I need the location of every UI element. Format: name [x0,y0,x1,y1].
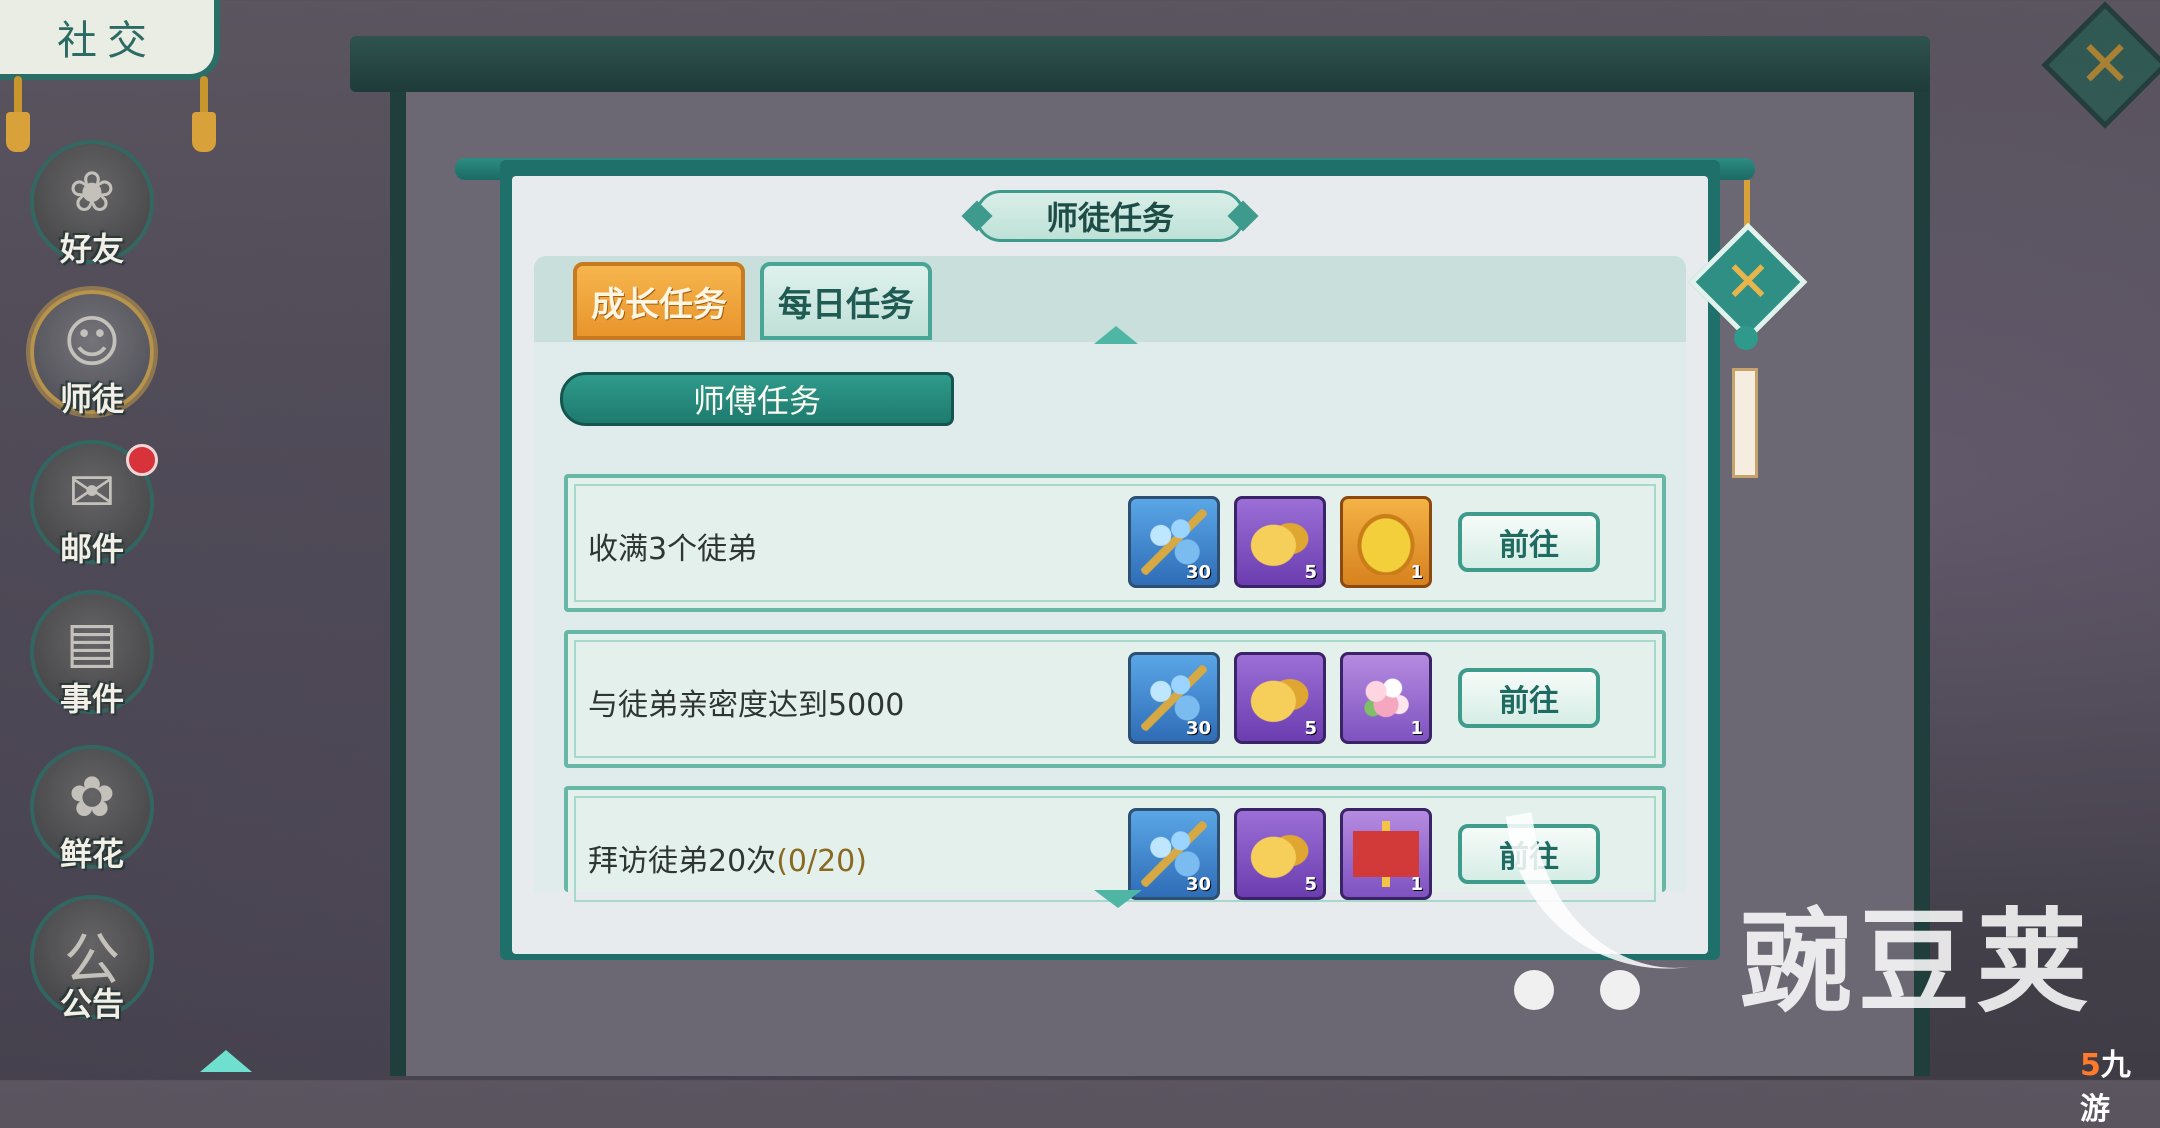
sidebar-item-events[interactable]: ▤ 事件 [30,590,154,718]
sidebar-item-label: 公告 [59,985,124,1023]
sidebar-item-flowers[interactable]: ✿ 鲜花 [30,745,154,873]
blue-beads-icon[interactable]: 30 [1128,808,1220,900]
scroll-up-arrow-icon[interactable] [1094,326,1138,344]
gold-ingot-chest-icon[interactable]: 5 [1234,496,1326,588]
reward-count: 30 [1185,874,1211,895]
tab-growth-tasks[interactable]: 成长任务 [573,262,745,340]
expand-up-arrow-icon[interactable] [200,1050,252,1072]
gold-ingot-chest-icon[interactable]: 5 [1234,652,1326,744]
watermark-text: 豌豆荚 [1740,898,2094,1028]
scroll-down-arrow-icon[interactable] [1094,890,1142,908]
task-row: 收满3个徒弟 30 5 1 前往 [564,474,1666,612]
reward-count: 5 [1304,718,1317,739]
golden-pouch-icon[interactable]: 1 [1340,496,1432,588]
task-progress: (0/20) [776,844,867,879]
background-close-icon[interactable]: ✕ [2060,20,2150,110]
tassel-right [192,76,216,152]
background-window-header [350,36,1930,92]
task-description: 拜访徒弟20次(0/20) [588,844,867,879]
reward-count: 1 [1410,562,1423,583]
reward-count: 1 [1410,718,1423,739]
sidebar-item-label: 好友 [59,230,124,268]
section-title: 师傅任务 [560,372,954,426]
event-book-icon: ▤ [65,610,119,675]
tassel-left [6,76,30,152]
flower-bouquet-icon[interactable]: 1 [1340,652,1432,744]
reward-count: 5 [1304,562,1317,583]
friends-icon: ❀ [68,160,116,225]
tab-daily-tasks[interactable]: 每日任务 [760,262,932,340]
gold-ingot-chest-icon[interactable]: 5 [1234,808,1326,900]
task-description: 收满3个徒弟 [588,532,758,567]
watermark-logo [1500,786,1711,1040]
sidebar-item-label: 邮件 [59,530,124,568]
social-title: 社交 [0,0,220,80]
reward-count: 30 [1185,562,1211,583]
go-button[interactable]: 前往 [1458,512,1600,572]
sidebar-item-label: 师徒 [59,380,124,418]
flower-icon: ✿ [68,765,116,830]
pendant-tag [1732,368,1758,478]
pendant-bead [1734,326,1758,350]
sidebar-item-label: 事件 [59,680,124,718]
notification-dot [126,444,158,476]
sidebar-item-label: 鲜花 [59,835,124,873]
corner-watermark: 5九游 [2080,1048,2131,1127]
sidebar-item-friends[interactable]: ❀ 好友 [30,140,154,268]
sidebar-item-mail[interactable]: ✉ 邮件 [30,440,158,568]
blue-beads-icon[interactable]: 30 [1128,652,1220,744]
red-gift-box-icon[interactable]: 1 [1340,808,1432,900]
close-icon[interactable]: ✕ [1706,240,1790,324]
sidebar-item-master-disciple[interactable]: ☺ 师徒 [30,290,154,418]
reward-count: 5 [1304,874,1317,895]
go-button[interactable]: 前往 [1458,668,1600,728]
blue-beads-icon[interactable]: 30 [1128,496,1220,588]
dialog-title: 师徒任务 [975,190,1245,242]
task-description: 与徒弟亲密度达到5000 [588,688,905,723]
reward-count: 1 [1410,874,1423,895]
sidebar-item-notice[interactable]: 公 公告 [30,895,154,1023]
master-disciple-icon: ☺ [62,310,122,375]
task-row: 与徒弟亲密度达到5000 30 5 1 前往 [564,630,1666,768]
reward-count: 30 [1185,718,1211,739]
